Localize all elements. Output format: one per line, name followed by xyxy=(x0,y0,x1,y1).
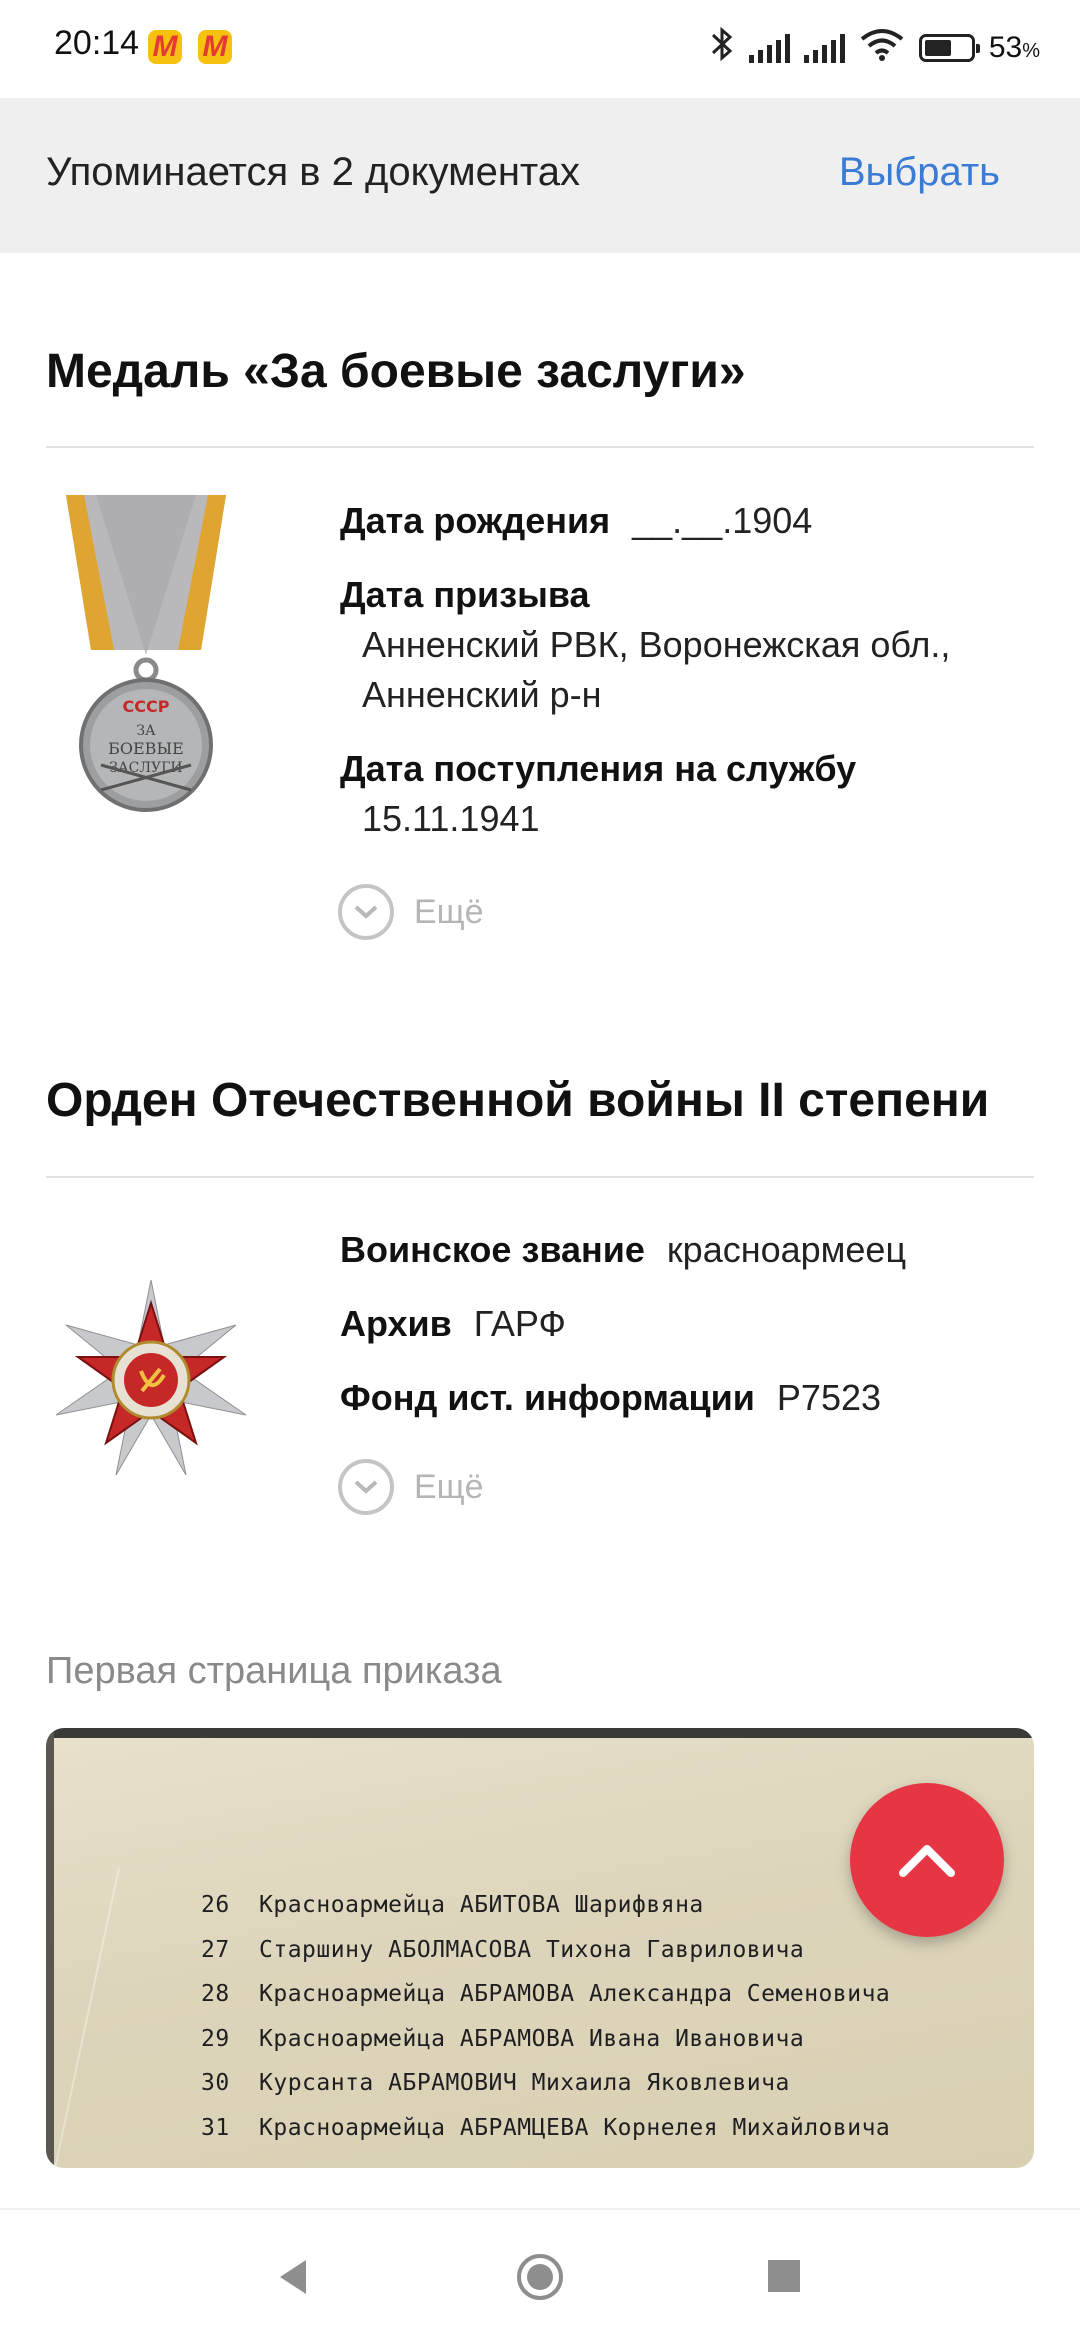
birth-date-value: __.__.1904 xyxy=(632,500,813,541)
medal-image: СССР ЗА БОЕВЫЕ ЗАСЛУГИ xyxy=(46,490,246,835)
chevron-up-icon xyxy=(899,1845,955,1877)
medal-text: ЗА xyxy=(136,723,156,739)
fund-label: Фонд ист. информации Р7523 xyxy=(340,1377,882,1418)
divider xyxy=(46,1176,1034,1178)
more-label: Ещё xyxy=(414,892,484,931)
rank-label: Воинское звание красноармеец xyxy=(340,1229,907,1270)
service-date-value: 15.11.1941 xyxy=(362,798,540,839)
document-row: 30 Курсанта АБРАМОВИЧ Михаила Яковлевича xyxy=(201,2070,790,2096)
yandex-market-icon: M xyxy=(198,30,232,64)
rank-value: красноармеец xyxy=(666,1229,907,1270)
birth-date-label: Дата рождения __.__.1904 xyxy=(340,500,813,541)
system-navigation-bar xyxy=(0,2208,1080,2342)
order-image xyxy=(46,1275,256,1500)
signal-icon xyxy=(748,33,790,63)
status-bar: 20:14 M M 53% xyxy=(0,0,1080,98)
battery-percent: 53% xyxy=(988,31,1040,64)
mentions-count-text: Упоминается в 2 документах xyxy=(46,150,581,194)
yandex-market-icon: M xyxy=(148,30,182,64)
award-title: Орден Отечественной войны II степени xyxy=(46,1074,990,1127)
document-row: 26 Красноармейца АБИТОВА Шарифвяна xyxy=(201,1892,704,1918)
back-icon[interactable] xyxy=(276,2258,310,2301)
select-button[interactable]: Выбрать xyxy=(839,150,1000,195)
document-text: 26 Красноармейца АБИТОВА Шарифвяна 27 Стар… xyxy=(201,1883,890,2150)
recents-icon[interactable] xyxy=(766,2258,802,2299)
chevron-down-icon xyxy=(338,884,394,940)
more-label: Ещё xyxy=(414,1467,484,1506)
chevron-down-icon xyxy=(338,1459,394,1515)
more-button[interactable]: Ещё xyxy=(338,1459,484,1515)
document-row: 29 Красноармейца АБРАМОВА Ивана Ивановича xyxy=(201,2025,805,2052)
archive-value: ГАРФ xyxy=(473,1303,566,1344)
divider xyxy=(46,446,1034,448)
signal-icon xyxy=(803,33,845,63)
document-edge xyxy=(46,1728,1034,1738)
battery-icon xyxy=(918,34,980,62)
fund-value: Р7523 xyxy=(776,1377,882,1418)
service-date-label: Дата поступления на службу xyxy=(340,748,857,789)
scroll-to-top-button[interactable] xyxy=(850,1783,1004,1937)
bluetooth-icon xyxy=(709,26,735,70)
archive-label: Архив ГАРФ xyxy=(340,1303,566,1344)
document-row: 28 Красноармейца АБРАМОВА Александра Семе… xyxy=(201,1981,891,2007)
status-time: 20:14 xyxy=(54,24,140,62)
home-icon[interactable] xyxy=(515,2252,565,2307)
draft-value: Анненский р-н xyxy=(362,674,602,715)
medal-text: БОЕВЫЕ xyxy=(108,739,184,758)
draft-date-label: Дата призыва xyxy=(340,574,590,615)
wifi-icon xyxy=(859,27,905,69)
draft-value: Анненский РВК, Воронежская обл., xyxy=(362,624,951,665)
document-row: 31 Красноармейца АБРАМЦЕВА Корнелея Михай… xyxy=(201,2114,891,2141)
status-icons: 53% xyxy=(709,26,1040,70)
award-title: Медаль «За боевые заслуги» xyxy=(46,345,746,398)
first-page-label: Первая страница приказа xyxy=(46,1650,502,1692)
document-edge xyxy=(46,1728,54,2168)
document-row: 27 Старшину АБОЛМАСОВА Тихона Гавриловича xyxy=(201,1936,805,1963)
medal-ussr-text: СССР xyxy=(123,697,170,716)
medal-text: ЗАСЛУГИ xyxy=(109,760,182,776)
mentions-banner: Упоминается в 2 документах Выбрать xyxy=(0,98,1080,253)
more-button[interactable]: Ещё xyxy=(338,884,484,940)
